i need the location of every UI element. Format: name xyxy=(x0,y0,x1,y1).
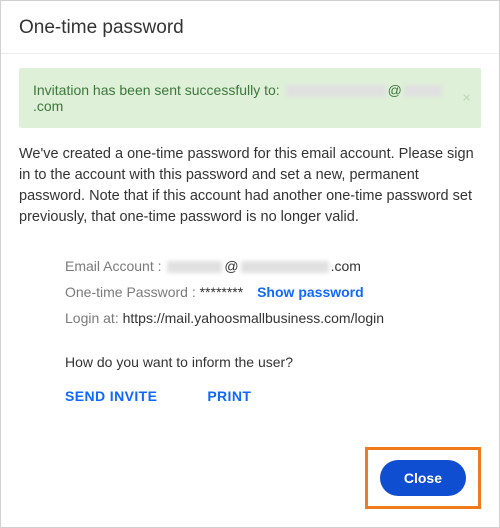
redacted-email-local xyxy=(286,85,386,97)
inform-question: How do you want to inform the user? xyxy=(65,354,481,370)
redacted-email-domain xyxy=(404,85,442,97)
otp-masked: ******** xyxy=(200,284,244,300)
login-label: Login at: xyxy=(65,310,123,326)
details-section: Email Account : @ .com One-time Password … xyxy=(19,258,481,404)
email-at: @ xyxy=(224,258,238,274)
success-alert: Invitation has been sent successfully to… xyxy=(19,68,481,128)
modal-title: One-time password xyxy=(19,17,481,39)
alert-suffix: .com xyxy=(33,98,63,114)
send-invite-link[interactable]: SEND INVITE xyxy=(65,388,157,404)
modal-header: One-time password xyxy=(1,1,499,54)
otp-row: One-time Password : ******** Show passwo… xyxy=(65,284,481,300)
redacted-account-domain xyxy=(241,261,329,273)
close-button[interactable]: Close xyxy=(380,460,466,496)
login-row: Login at: https://mail.yahoosmallbusines… xyxy=(65,310,481,326)
print-link[interactable]: PRINT xyxy=(207,388,251,404)
close-highlight: Close xyxy=(365,447,481,509)
body-text: We've created a one-time password for th… xyxy=(19,144,481,228)
otp-label: One-time Password : xyxy=(65,284,200,300)
alert-prefix: Invitation has been sent successfully to… xyxy=(33,82,284,98)
login-url: https://mail.yahoosmallbusiness.com/logi… xyxy=(123,310,384,326)
email-suffix: .com xyxy=(331,258,361,274)
redacted-account-local xyxy=(167,261,222,273)
close-icon[interactable]: × xyxy=(462,91,471,106)
email-account-row: Email Account : @ .com xyxy=(65,258,481,274)
otp-modal: One-time password Invitation has been se… xyxy=(0,0,500,528)
email-label: Email Account : xyxy=(65,258,165,274)
show-password-link[interactable]: Show password xyxy=(257,284,364,300)
alert-at: @ xyxy=(388,82,402,98)
action-links: SEND INVITE PRINT xyxy=(65,388,481,404)
modal-footer: Close xyxy=(365,447,481,509)
modal-body: Invitation has been sent successfully to… xyxy=(1,54,499,404)
